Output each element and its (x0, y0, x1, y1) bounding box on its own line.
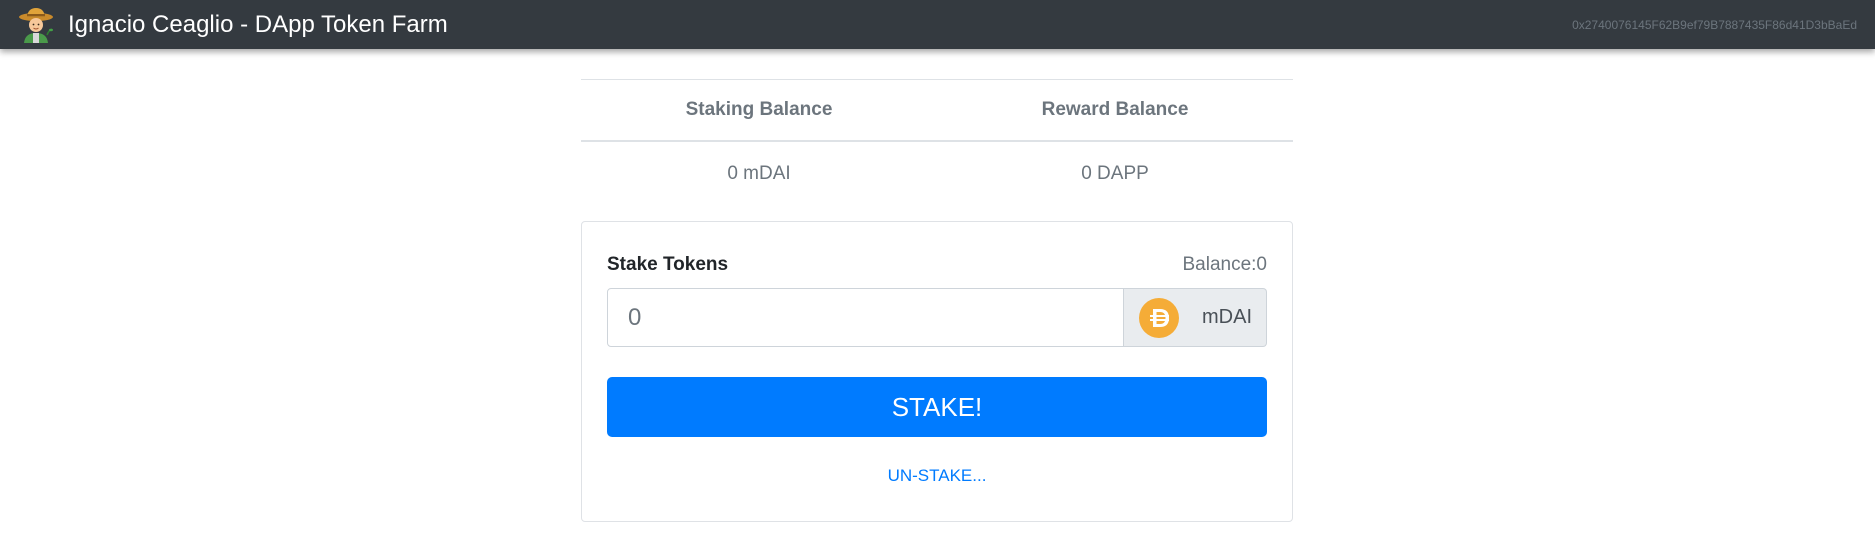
farmer-icon (19, 7, 53, 43)
reward-balance-value: 0 DAPP (1081, 162, 1149, 184)
token-addon: mDAI (1124, 288, 1267, 347)
navbar: Ignacio Ceaglio - DApp Token Farm 0x2740… (0, 0, 1875, 49)
stake-input-group: mDAI (607, 288, 1267, 347)
account-address: 0x2740076145F62B9ef79B7887435F86d41D3bBa… (1572, 17, 1857, 32)
stake-tokens-label: Stake Tokens (607, 254, 729, 275)
unstake-link[interactable]: UN-STAKE... (582, 466, 1292, 486)
stake-button[interactable]: STAKE! (607, 377, 1267, 437)
token-name: mDAI (1202, 306, 1252, 328)
app-title: Ignacio Ceaglio - DApp Token Farm (68, 10, 448, 38)
stake-card: Stake Tokens Balance:0 mDAI STAKE! UN-ST… (581, 221, 1293, 522)
balances-table: Staking Balance Reward Balance 0 mDAI 0 … (581, 79, 1293, 205)
wallet-balance: Balance:0 (1182, 254, 1267, 275)
stake-amount-input[interactable] (607, 288, 1124, 347)
staking-balance-value: 0 mDAI (727, 162, 791, 184)
staking-balance-header: Staking Balance (581, 79, 937, 142)
reward-balance-header: Reward Balance (937, 79, 1293, 142)
dai-coin-icon (1139, 297, 1179, 338)
